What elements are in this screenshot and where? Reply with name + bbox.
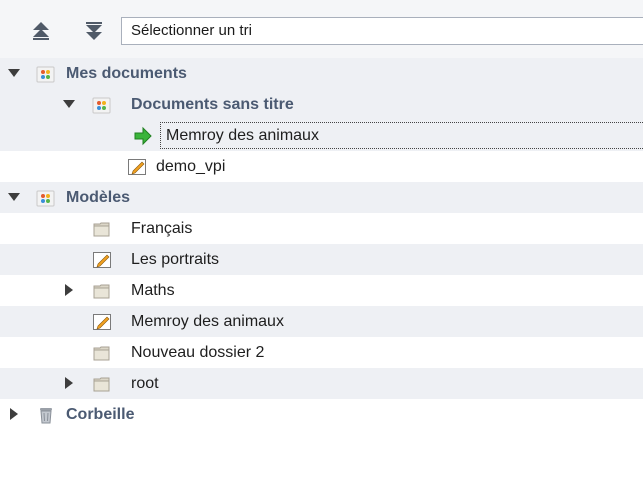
folder-icon: [93, 346, 110, 361]
double-chevron-down-icon: [86, 22, 102, 40]
expanded-triangle-icon[interactable]: [7, 190, 21, 204]
collapsed-triangle-icon[interactable]: [7, 407, 21, 421]
tree-row-memroy-des-animaux[interactable]: Memroy des animaux: [0, 306, 643, 337]
workspace-icon: [92, 97, 111, 114]
tree-row-label: Maths: [131, 282, 175, 299]
tree-row-label: Documents sans titre: [131, 96, 294, 113]
workspace-icon: [36, 66, 55, 83]
trash-icon: [40, 408, 52, 424]
tree-row-label: Memroy des animaux: [166, 127, 319, 144]
tree-row-label: Mes documents: [66, 65, 187, 82]
tree-row-label: root: [131, 375, 159, 392]
move-up-button[interactable]: [30, 20, 52, 42]
tree-row-francais[interactable]: Français: [0, 213, 643, 244]
tree-row-label: Corbeille: [66, 406, 135, 423]
tree-row-memroy-des-animaux-current[interactable]: Memroy des animaux: [0, 120, 643, 151]
green-arrow-icon: [134, 126, 152, 146]
tree-row-mes-documents[interactable]: Mes documents: [0, 58, 643, 89]
toolbar: Sélectionner un tri: [0, 0, 643, 58]
tree-row-label: demo_vpi: [156, 158, 226, 175]
collapsed-triangle-icon[interactable]: [62, 376, 76, 390]
tree-row-les-portraits[interactable]: Les portraits: [0, 244, 643, 275]
folder-icon: [93, 222, 110, 237]
tree-row-label: Modèles: [66, 189, 131, 206]
document-browser: Sélectionner un tri Mes documents Docume…: [0, 0, 643, 493]
tree-row-root[interactable]: root: [0, 368, 643, 399]
tree-row-demo-vpi[interactable]: demo_vpi: [0, 151, 643, 182]
double-chevron-up-icon: [33, 22, 49, 40]
collapsed-triangle-icon[interactable]: [62, 283, 76, 297]
expanded-triangle-icon[interactable]: [62, 97, 76, 111]
document-edit-icon: [93, 314, 111, 330]
tree-row-documents-sans-titre[interactable]: Documents sans titre: [0, 89, 643, 120]
tree-row-label: Nouveau dossier 2: [131, 344, 265, 361]
expanded-triangle-icon[interactable]: [7, 66, 21, 80]
tree-row-label: Français: [131, 220, 193, 237]
tree-row-modeles[interactable]: Modèles: [0, 182, 643, 213]
document-edit-icon: [93, 252, 111, 268]
folder-icon: [93, 284, 110, 299]
sort-select[interactable]: Sélectionner un tri: [121, 17, 643, 45]
tree-row-corbeille[interactable]: Corbeille: [0, 399, 643, 430]
tree-row-label: Memroy des animaux: [131, 313, 284, 330]
tree-row-label: Les portraits: [131, 251, 220, 268]
folder-icon: [93, 377, 110, 392]
move-down-button[interactable]: [83, 20, 105, 42]
tree-row-nouveau-dossier-2[interactable]: Nouveau dossier 2: [0, 337, 643, 368]
workspace-icon: [36, 190, 55, 207]
tree-row-maths[interactable]: Maths: [0, 275, 643, 306]
document-edit-icon: [128, 159, 146, 175]
sort-select-value: Sélectionner un tri: [131, 22, 252, 39]
